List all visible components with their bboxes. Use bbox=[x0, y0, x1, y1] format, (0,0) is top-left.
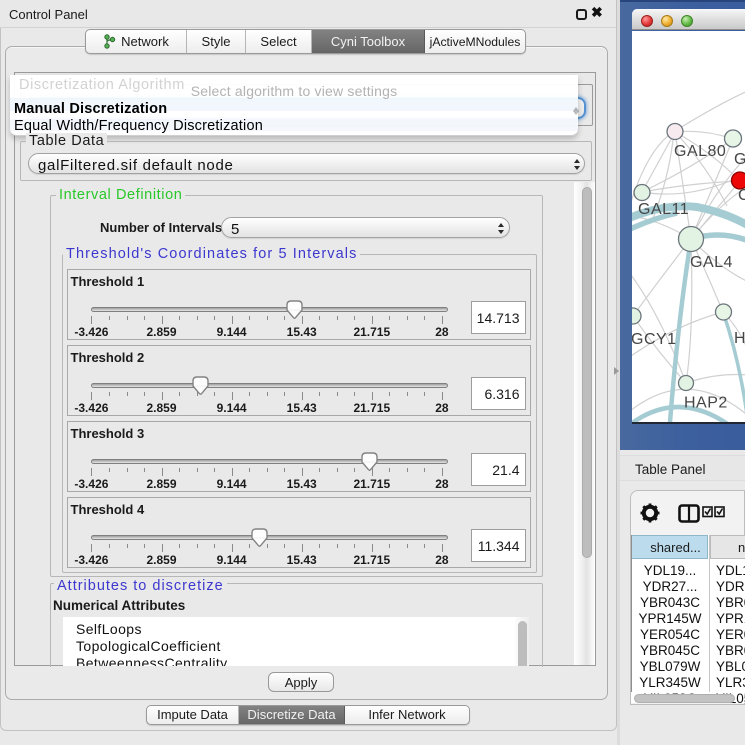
svg-text:GAL11: GAL11 bbox=[638, 201, 689, 218]
svg-text:HAP2: HAP2 bbox=[684, 395, 728, 412]
svg-text:HAP: HAP bbox=[734, 330, 745, 347]
svg-text:GCY1: GCY1 bbox=[632, 331, 677, 348]
svg-text:GAL: GAL bbox=[734, 151, 745, 168]
svg-text:GAL4: GAL4 bbox=[690, 254, 733, 271]
svg-text:GAL80: GAL80 bbox=[674, 143, 726, 160]
svg-text:CYC: CYC bbox=[738, 187, 745, 204]
